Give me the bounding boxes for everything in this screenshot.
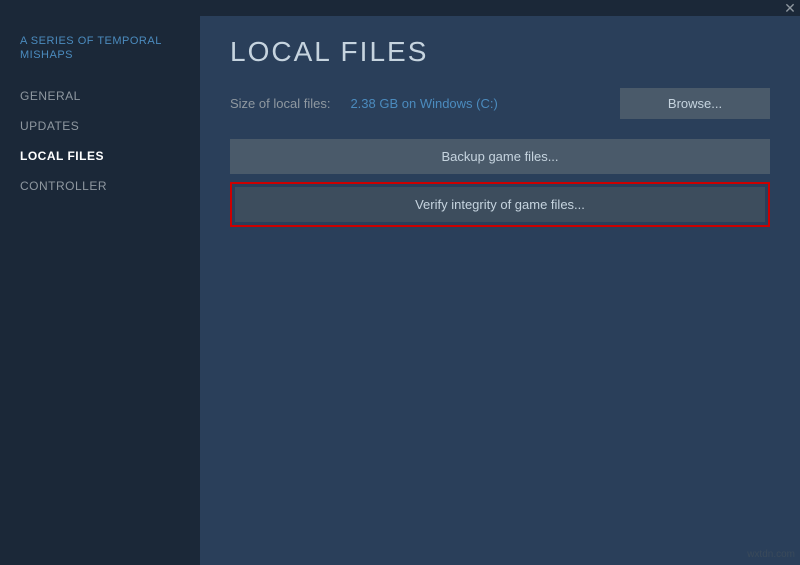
- close-icon: ✕: [784, 0, 796, 17]
- sidebar-item-updates[interactable]: UPDATES: [0, 111, 200, 141]
- content-area: A SERIES OF TEMPORAL MISHAPS GENERAL UPD…: [0, 16, 800, 565]
- sidebar-game-title[interactable]: A SERIES OF TEMPORAL MISHAPS: [0, 26, 200, 71]
- action-buttons: Backup game files... Verify integrity of…: [230, 139, 770, 227]
- main-content: LOCAL FILES Size of local files: 2.38 GB…: [200, 16, 800, 565]
- sidebar: A SERIES OF TEMPORAL MISHAPS GENERAL UPD…: [0, 16, 200, 565]
- close-button[interactable]: ✕: [780, 0, 800, 16]
- sidebar-item-general[interactable]: GENERAL: [0, 81, 200, 111]
- verify-button[interactable]: Verify integrity of game files...: [235, 187, 765, 222]
- sidebar-item-controller[interactable]: CONTROLLER: [0, 171, 200, 201]
- sidebar-item-local-files[interactable]: LOCAL FILES: [0, 141, 200, 171]
- window: ✕ A SERIES OF TEMPORAL MISHAPS GENERAL U…: [0, 0, 800, 565]
- file-size-row: Size of local files: 2.38 GB on Windows …: [230, 88, 770, 119]
- verify-button-wrapper: Verify integrity of game files...: [230, 182, 770, 227]
- file-size-label: Size of local files:: [230, 96, 330, 111]
- browse-button[interactable]: Browse...: [620, 88, 770, 119]
- watermark: wxtdn.com: [747, 549, 795, 560]
- file-size-value: 2.38 GB on Windows (C:): [350, 96, 497, 111]
- backup-button[interactable]: Backup game files...: [230, 139, 770, 174]
- page-title: LOCAL FILES: [230, 36, 770, 68]
